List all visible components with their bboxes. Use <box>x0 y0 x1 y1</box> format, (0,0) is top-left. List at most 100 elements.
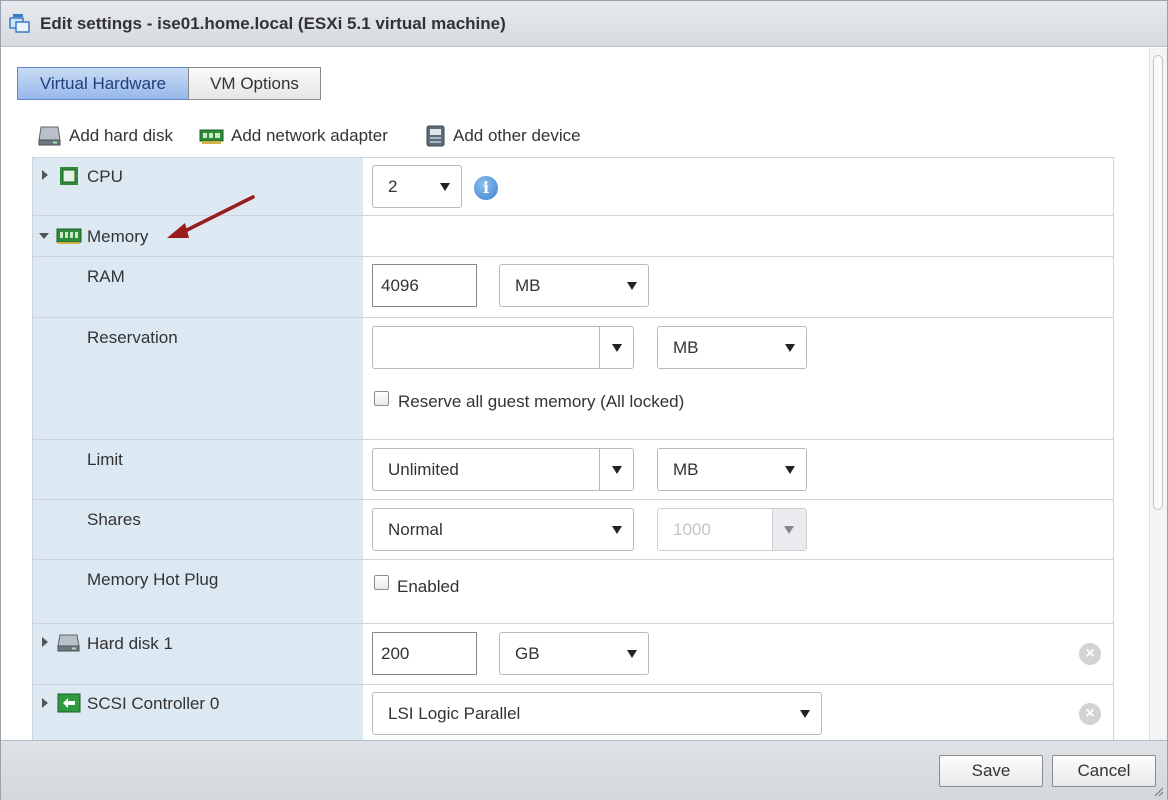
add-network-adapter-button[interactable]: Add network adapter <box>199 124 401 148</box>
chevron-down-icon <box>440 183 450 191</box>
chevron-down-icon <box>785 344 795 352</box>
chevron-down-icon <box>627 650 637 658</box>
add-network-adapter-label: Add network adapter <box>231 126 388 145</box>
shares-amount-spinner: 1000 <box>657 508 807 551</box>
shares-value-cell: Normal 1000 <box>363 500 1113 559</box>
dialog-title: Edit settings - ise01.home.local (ESXi 5… <box>40 14 506 33</box>
ram-value-cell: 4096 MB <box>363 257 1113 317</box>
hot-plug-label-cell: Memory Hot Plug <box>33 560 363 623</box>
tab-vm-options[interactable]: VM Options <box>188 67 321 100</box>
scsi-value-cell: LSI Logic Parallel × <box>363 685 1113 740</box>
shares-row: Shares Normal 1000 <box>33 500 1113 560</box>
limit-label: Limit <box>87 450 123 469</box>
cpu-count-value: 2 <box>388 177 398 196</box>
scsi-type-select[interactable]: LSI Logic Parallel <box>372 692 822 735</box>
chevron-down-icon[interactable] <box>612 466 622 474</box>
ram-unit-select[interactable]: MB <box>499 264 649 307</box>
expand-triangle-icon[interactable] <box>42 170 48 180</box>
limit-combo[interactable]: Unlimited <box>372 448 634 491</box>
limit-unit-select[interactable]: MB <box>657 448 807 491</box>
add-other-device-button[interactable]: Add other device <box>425 124 590 148</box>
add-hard-disk-label: Add hard disk <box>69 126 173 145</box>
reservation-label: Reservation <box>87 328 178 347</box>
limit-row: Limit Unlimited MB <box>33 440 1113 500</box>
ram-label-cell: RAM <box>33 257 363 317</box>
ram-row: RAM 4096 MB <box>33 257 1113 318</box>
shares-select[interactable]: Normal <box>372 508 634 551</box>
hard-disk-size-input[interactable]: 200 <box>372 632 477 675</box>
cancel-button[interactable]: Cancel <box>1052 755 1156 787</box>
combo-divider <box>599 327 600 368</box>
vertical-scrollbar[interactable] <box>1149 48 1167 740</box>
save-button[interactable]: Save <box>939 755 1043 787</box>
hard-disk-icon <box>38 126 61 146</box>
shares-amount-value: 1000 <box>673 520 711 539</box>
reservation-row: Reservation MB Reserve all guest memory … <box>33 318 1113 440</box>
reservation-label-cell: Reservation <box>33 318 363 439</box>
collapse-triangle-icon[interactable] <box>39 233 49 239</box>
resize-grip-icon[interactable] <box>1154 787 1164 797</box>
tab-virtual-hardware[interactable]: Virtual Hardware <box>17 67 189 100</box>
hard-disk-value-cell: 200 GB × <box>363 624 1113 684</box>
scrollbar-thumb[interactable] <box>1153 55 1163 510</box>
reservation-value-cell: MB Reserve all guest memory (All locked) <box>363 318 1113 439</box>
cpu-count-select[interactable]: 2 <box>372 165 462 208</box>
hard-disk-unit-value: GB <box>515 644 540 663</box>
reservation-unit-select[interactable]: MB <box>657 326 807 369</box>
shares-label-cell: Shares <box>33 500 363 559</box>
scsi-controller-row: SCSI Controller 0 LSI Logic Parallel × <box>33 685 1113 740</box>
chevron-down-icon <box>612 526 622 534</box>
dialog-content: Virtual Hardware VM Options Add hard dis… <box>1 48 1149 740</box>
reserve-all-checkbox[interactable] <box>374 391 389 406</box>
hard-disk-row: Hard disk 1 200 GB × <box>33 624 1113 685</box>
scsi-label: SCSI Controller 0 <box>87 694 220 713</box>
limit-value-cell: Unlimited MB <box>363 440 1113 499</box>
cpu-value-cell: 2 i <box>363 158 1113 215</box>
limit-unit-value: MB <box>673 460 699 479</box>
hot-plug-enabled-checkbox[interactable] <box>374 575 389 590</box>
other-device-icon <box>426 125 445 147</box>
expand-triangle-icon[interactable] <box>42 637 48 647</box>
hard-disk-icon <box>57 634 80 652</box>
shares-label: Shares <box>87 510 141 529</box>
chevron-down-icon <box>784 526 794 534</box>
hard-disk-unit-select[interactable]: GB <box>499 632 649 675</box>
chevron-down-icon[interactable] <box>612 344 622 352</box>
hot-plug-value-cell: Enabled <box>363 560 1113 623</box>
reservation-unit-value: MB <box>673 338 699 357</box>
ram-unit-value: MB <box>515 276 541 295</box>
edit-settings-dialog: Edit settings - ise01.home.local (ESXi 5… <box>0 0 1168 800</box>
memory-value-cell <box>363 216 1113 256</box>
cpu-icon <box>60 167 78 185</box>
info-icon[interactable]: i <box>474 176 498 200</box>
dialog-footer: Save Cancel <box>1 740 1167 800</box>
scsi-label-cell: SCSI Controller 0 <box>33 685 363 740</box>
combo-divider <box>599 449 600 490</box>
hard-disk-label-cell: Hard disk 1 <box>33 624 363 684</box>
hard-disk-label: Hard disk 1 <box>87 634 173 653</box>
chevron-down-icon <box>800 710 810 718</box>
chevron-down-icon <box>785 466 795 474</box>
memory-label: Memory <box>87 227 149 246</box>
scsi-controller-icon <box>57 693 81 713</box>
reservation-combo[interactable] <box>372 326 634 369</box>
hot-plug-enabled-label: Enabled <box>397 577 460 596</box>
remove-device-icon[interactable]: × <box>1079 703 1101 725</box>
memory-hot-plug-row: Memory Hot Plug Enabled <box>33 560 1113 624</box>
limit-value: Unlimited <box>388 460 459 479</box>
virtual-machine-icon <box>9 14 30 33</box>
add-other-device-label: Add other device <box>453 126 581 145</box>
add-hard-disk-button[interactable]: Add hard disk <box>38 124 183 148</box>
shares-value: Normal <box>388 520 443 539</box>
ram-label: RAM <box>87 267 125 286</box>
expand-triangle-icon[interactable] <box>42 698 48 708</box>
ram-size-input[interactable]: 4096 <box>372 264 477 307</box>
memory-icon <box>56 228 82 244</box>
hot-plug-label: Memory Hot Plug <box>87 570 219 589</box>
hardware-grid: CPU 2 i Memory RAM 4096 MB Reservation M… <box>32 157 1114 740</box>
network-adapter-icon <box>199 129 224 144</box>
ram-size-value: 4096 <box>381 276 419 295</box>
remove-device-icon[interactable]: × <box>1079 643 1101 665</box>
cpu-label: CPU <box>87 167 123 186</box>
chevron-down-icon <box>627 282 637 290</box>
